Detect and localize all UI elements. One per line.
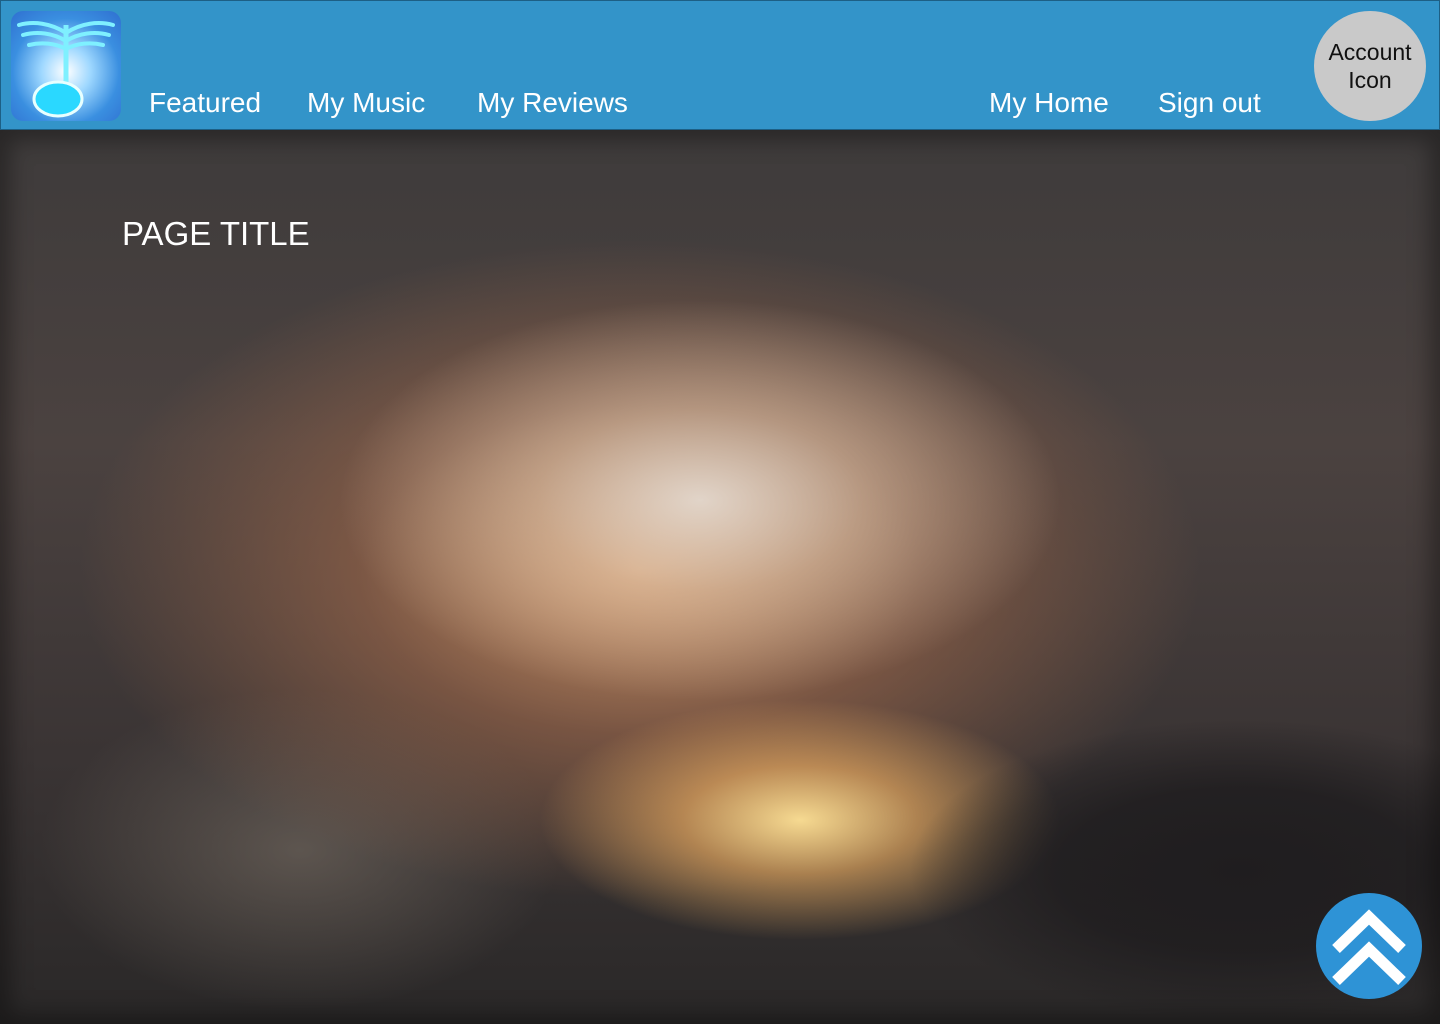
nav-link-my-reviews[interactable]: My Reviews — [477, 85, 628, 121]
nav-link-my-music[interactable]: My Music — [307, 85, 425, 121]
account-icon-label: Account Icon — [1328, 39, 1412, 93]
app-logo-icon[interactable] — [11, 11, 121, 121]
nav-link-my-home[interactable]: My Home — [989, 85, 1109, 121]
page-title: PAGE TITLE — [122, 215, 310, 252]
nav-link-sign-out[interactable]: Sign out — [1158, 85, 1261, 121]
account-icon[interactable]: Account Icon — [1314, 11, 1426, 121]
nav-link-featured[interactable]: Featured — [149, 85, 261, 121]
top-navigation-bar: Featured My Music My Reviews My Home Sig… — [0, 0, 1440, 130]
scroll-to-top-button[interactable] — [1316, 893, 1422, 999]
double-chevron-up-icon — [1332, 909, 1406, 985]
hero-background-image: PAGE TITLE — [0, 130, 1440, 1024]
